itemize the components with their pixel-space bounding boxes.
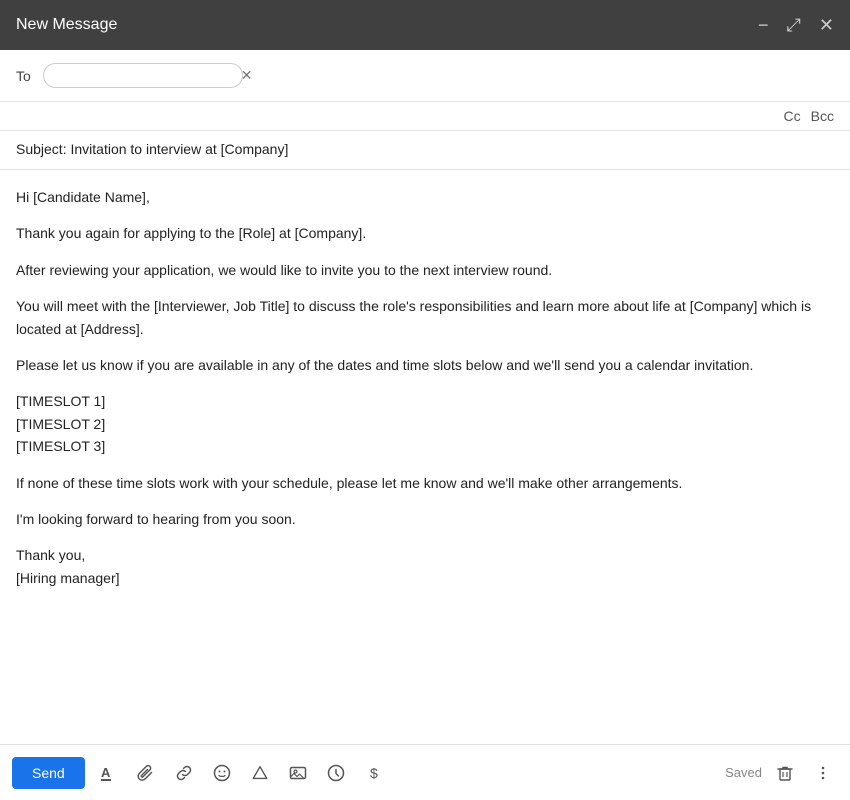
body-paragraph-1: Hi [Candidate Name], (16, 186, 834, 208)
drive-icon[interactable] (245, 758, 275, 788)
minimize-button[interactable]: − (758, 16, 769, 34)
emoji-icon[interactable] (207, 758, 237, 788)
window-title: New Message (16, 16, 117, 34)
trash-icon[interactable] (770, 758, 800, 788)
to-input[interactable] (54, 68, 235, 84)
to-clear-button[interactable]: ✕ (241, 67, 253, 84)
more-options-icon[interactable] (808, 758, 838, 788)
body-paragraph-2: Thank you again for applying to the [Rol… (16, 222, 834, 244)
body-area[interactable]: Hi [Candidate Name], Thank you again for… (0, 170, 850, 744)
cc-button[interactable]: Cc (784, 108, 801, 124)
format-text-icon[interactable]: A (93, 758, 123, 788)
body-paragraph-3: After reviewing your application, we wou… (16, 259, 834, 281)
to-row: To ✕ (0, 50, 850, 102)
subject-row: Subject: Invitation to interview at [Com… (0, 131, 850, 170)
body-paragraph-7: If none of these time slots work with yo… (16, 472, 834, 494)
link-icon[interactable] (169, 758, 199, 788)
cc-bcc-links: Cc Bcc (784, 108, 834, 124)
body-paragraph-5: Please let us know if you are available … (16, 354, 834, 376)
window-controls: − ⤢ ✕ (758, 16, 834, 34)
cc-bcc-row: Cc Bcc (0, 102, 850, 131)
attach-icon[interactable] (131, 758, 161, 788)
body-paragraph-8: I'm looking forward to hearing from you … (16, 508, 834, 530)
subject-text: Subject: Invitation to interview at [Com… (16, 141, 288, 157)
toolbar: Send A (0, 744, 850, 800)
close-button[interactable]: ✕ (819, 16, 834, 34)
expand-button[interactable]: ⤢ (787, 16, 801, 34)
send-button[interactable]: Send (12, 757, 85, 789)
body-paragraph-9: Thank you,[Hiring manager] (16, 544, 834, 589)
bcc-button[interactable]: Bcc (811, 108, 834, 124)
dollar-icon[interactable]: $ (359, 758, 389, 788)
svg-text:A: A (101, 765, 111, 780)
svg-text:$: $ (370, 765, 378, 781)
body-paragraph-4: You will meet with the [Interviewer, Job… (16, 295, 834, 340)
body-paragraph-6: [TIMESLOT 1][TIMESLOT 2][TIMESLOT 3] (16, 390, 834, 457)
photo-icon[interactable] (283, 758, 313, 788)
compose-window: New Message − ⤢ ✕ To ✕ Cc Bcc Subject: I… (0, 0, 850, 800)
saved-status: Saved (725, 765, 762, 780)
schedule-icon[interactable] (321, 758, 351, 788)
title-bar: New Message − ⤢ ✕ (0, 0, 850, 50)
to-input-wrapper[interactable]: ✕ (43, 63, 243, 88)
to-label: To (16, 68, 31, 84)
